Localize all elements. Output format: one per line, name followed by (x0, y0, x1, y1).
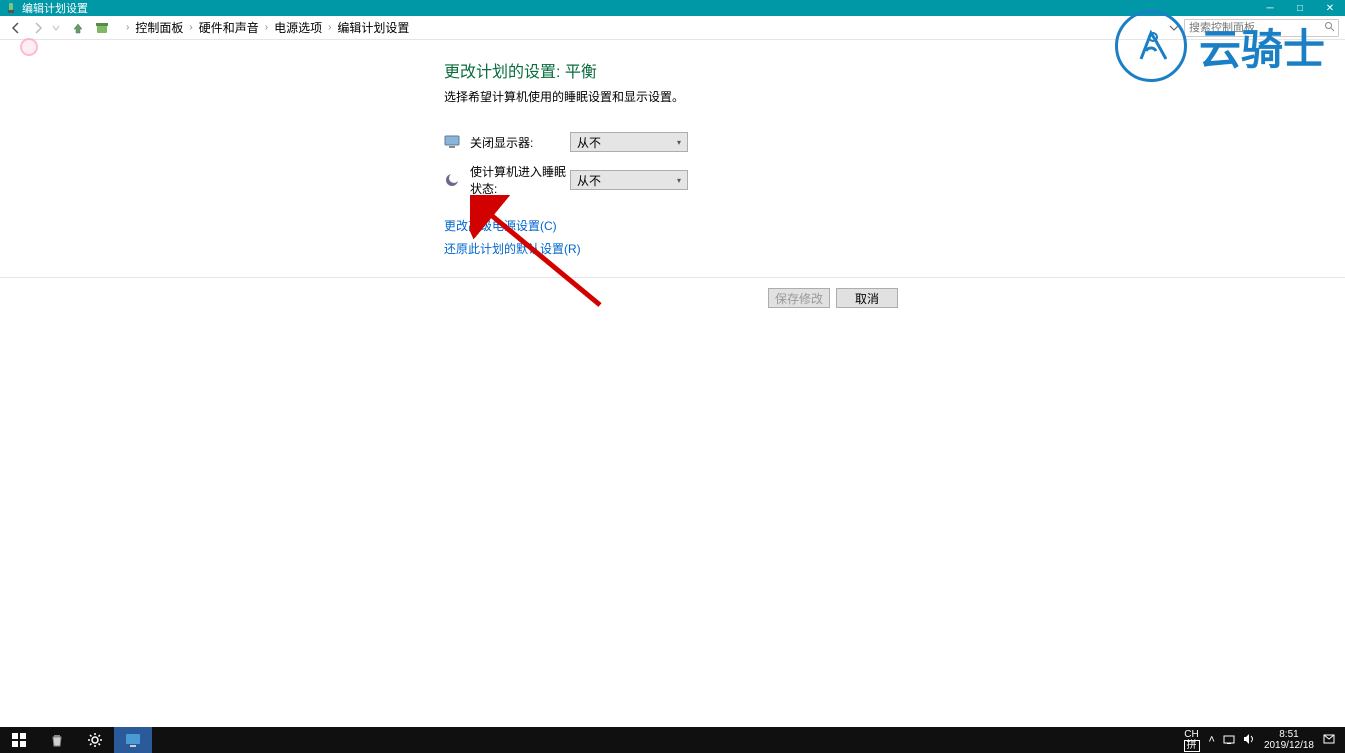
back-button[interactable] (6, 18, 26, 38)
window-minimize-button[interactable]: ─ (1255, 0, 1285, 16)
save-button[interactable]: 保存修改 (768, 288, 830, 308)
display-off-label: 关闭显示器: (470, 134, 570, 151)
breadcrumb-hardware-sound[interactable]: 硬件和声音 (197, 19, 261, 36)
chevron-down-icon: ▾ (677, 138, 681, 147)
volume-icon[interactable] (1239, 733, 1259, 748)
clock[interactable]: 8:51 2019/12/18 (1259, 729, 1319, 751)
toolbar: › 控制面板 › 硬件和声音 › 电源选项 › 编辑计划设置 (0, 16, 1345, 40)
breadcrumb-power-options[interactable]: 电源选项 (272, 19, 324, 36)
search-icon[interactable] (1324, 21, 1335, 35)
sleep-label: 使计算机进入睡眠状态: (470, 163, 570, 197)
network-icon[interactable] (1219, 733, 1239, 748)
breadcrumb-sep-icon: › (261, 22, 272, 33)
taskbar-app-control-panel[interactable] (114, 727, 152, 753)
page-title: 更改计划的设置: 平衡 (444, 58, 944, 82)
sleep-value: 从不 (577, 172, 601, 189)
date-text: 2019/12/18 (1264, 740, 1314, 751)
search-box (1184, 19, 1339, 37)
forward-button[interactable] (28, 18, 48, 38)
breadcrumb-edit-plan[interactable]: 编辑计划设置 (335, 19, 411, 36)
content-area: 更改计划的设置: 平衡 选择希望计算机使用的睡眠设置和显示设置。 关闭显示器: … (0, 40, 1345, 308)
page-description: 选择希望计算机使用的睡眠设置和显示设置。 (444, 88, 944, 105)
window-close-button[interactable]: ✕ (1315, 0, 1345, 16)
app-icon (5, 2, 17, 14)
history-dropdown[interactable] (50, 18, 62, 38)
cancel-button[interactable]: 取消 (836, 288, 898, 308)
search-input[interactable] (1184, 19, 1339, 37)
display-off-dropdown[interactable]: 从不 ▾ (570, 132, 688, 152)
breadcrumb-sep-icon: › (185, 22, 196, 33)
breadcrumb-control-panel[interactable]: 控制面板 (133, 19, 185, 36)
moon-icon (444, 172, 460, 188)
highlight-indicator-icon (20, 38, 38, 56)
window-maximize-button[interactable]: □ (1285, 0, 1315, 16)
taskbar: CH 拼 ˄ 8:51 2019/12/18 (0, 727, 1345, 753)
start-button[interactable] (0, 727, 38, 753)
category-icon (94, 20, 110, 36)
window-titlebar: 编辑计划设置 ─ □ ✕ (0, 0, 1345, 16)
system-tray: CH 拼 ˄ 8:51 2019/12/18 (1179, 729, 1345, 752)
refresh-dropdown-icon[interactable] (1168, 22, 1180, 34)
setting-row-display: 关闭显示器: 从不 ▾ (444, 131, 944, 153)
breadcrumb-sep-icon: › (324, 22, 335, 33)
sleep-dropdown[interactable]: 从不 ▾ (570, 170, 688, 190)
links-section: 更改高级电源设置(C) 还原此计划的默认设置(R) (444, 217, 944, 257)
breadcrumb: › 控制面板 › 硬件和声音 › 电源选项 › 编辑计划设置 (122, 19, 411, 36)
monitor-icon (444, 134, 460, 150)
taskbar-app-recycle[interactable] (38, 727, 76, 753)
breadcrumb-sep-icon: › (122, 22, 133, 33)
restore-defaults-link[interactable]: 还原此计划的默认设置(R) (444, 240, 944, 257)
ime-language[interactable]: CH 拼 (1179, 729, 1205, 752)
taskbar-app-settings[interactable] (76, 727, 114, 753)
divider (0, 277, 1345, 278)
window-title: 编辑计划设置 (22, 0, 1255, 16)
setting-row-sleep: 使计算机进入睡眠状态: 从不 ▾ (444, 169, 944, 191)
up-button[interactable] (70, 20, 86, 36)
chevron-down-icon: ▾ (677, 176, 681, 185)
display-off-value: 从不 (577, 134, 601, 151)
button-row: 保存修改 取消 (444, 288, 898, 308)
notifications-icon[interactable] (1319, 733, 1339, 748)
advanced-power-settings-link[interactable]: 更改高级电源设置(C) (444, 217, 944, 234)
time-text: 8:51 (1279, 729, 1298, 740)
tray-chevron-up-icon[interactable]: ˄ (1205, 734, 1219, 746)
